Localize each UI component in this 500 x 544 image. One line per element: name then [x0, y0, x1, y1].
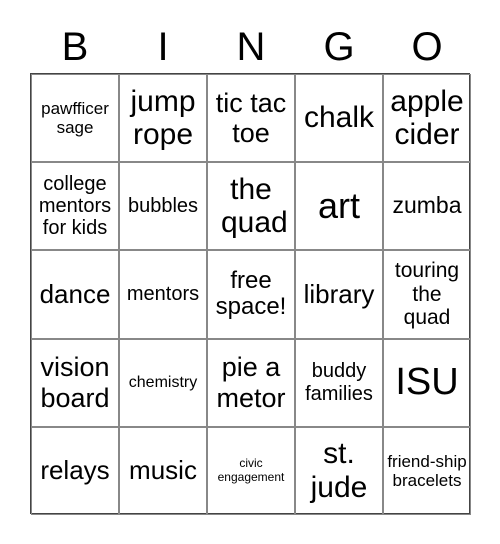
bingo-cell[interactable]: jump rope [119, 74, 207, 163]
cell-label: art [317, 185, 360, 227]
bingo-cell[interactable]: ISU [383, 338, 471, 427]
bingo-cell[interactable]: college mentors for kids [31, 162, 119, 251]
bingo-cell[interactable]: apple cider [383, 74, 471, 163]
bingo-cell[interactable]: chemistry [119, 338, 207, 427]
cell-label: tic tac toe [215, 87, 287, 149]
cell-label: bubbles [127, 195, 199, 218]
bingo-cell[interactable]: zumba [383, 162, 471, 251]
bingo-cell[interactable]: relays [31, 426, 119, 515]
cell-label: the quad [221, 172, 288, 240]
header-letter-b: B [61, 25, 89, 69]
bingo-cell[interactable]: vision board [31, 338, 119, 427]
bingo-cell[interactable]: friend-ship bracelets [383, 426, 471, 515]
cell-label: pawfficer sage [41, 99, 109, 138]
bingo-cell[interactable]: the quad [207, 162, 295, 251]
cell-label: jump rope [130, 84, 196, 152]
header-letter-g: G [323, 25, 355, 69]
bingo-cell[interactable]: dance [31, 250, 119, 339]
cell-label: buddy families [305, 360, 373, 405]
cell-label: free space! [215, 266, 287, 321]
cell-label: vision board [40, 352, 110, 413]
header-letter-i: I [157, 25, 169, 69]
cell-label: dance [39, 278, 111, 309]
cell-label: chalk [303, 101, 375, 135]
bingo-cell[interactable]: chalk [295, 74, 383, 163]
header-letter-n: N [236, 25, 266, 69]
bingo-cell[interactable]: free space! [207, 250, 295, 339]
cell-label: chemistry [128, 373, 198, 391]
bingo-cell[interactable]: civic engagement [207, 426, 295, 515]
bingo-cell[interactable]: art [295, 162, 383, 251]
bingo-grid: pawfficer sage jump rope tic tac toe chalk a… [30, 73, 471, 515]
bingo-cell[interactable]: tic tac toe [207, 74, 295, 163]
cell-label: pie a metor [216, 352, 286, 413]
cell-label: music [129, 455, 197, 486]
cell-label: ISU [395, 361, 459, 404]
bingo-cell[interactable]: mentors [119, 250, 207, 339]
cell-label: st. jude [310, 437, 368, 504]
cell-label: college mentors for kids [38, 172, 112, 240]
cell-label: mentors [126, 283, 200, 306]
bingo-cell[interactable]: buddy families [295, 338, 383, 427]
bingo-header: B I N G O [31, 22, 471, 72]
cell-label: friend-ship bracelets [387, 451, 467, 490]
bingo-cell[interactable]: pawfficer sage [31, 74, 119, 163]
header-letter-o: O [411, 25, 443, 69]
cell-label: civic engagement [217, 456, 285, 484]
cell-label: apple cider [390, 84, 464, 152]
bingo-cell[interactable]: music [119, 426, 207, 515]
bingo-cell[interactable]: st. jude [295, 426, 383, 515]
cell-label: zumba [392, 192, 462, 219]
cell-label: library [303, 278, 375, 309]
bingo-cell[interactable]: library [295, 250, 383, 339]
cell-label: relays [40, 455, 110, 486]
bingo-cell[interactable]: bubbles [119, 162, 207, 251]
bingo-cell[interactable]: pie a metor [207, 338, 295, 427]
bingo-cell[interactable]: touring the quad [383, 250, 471, 339]
cell-label: touring the quad [394, 259, 460, 330]
